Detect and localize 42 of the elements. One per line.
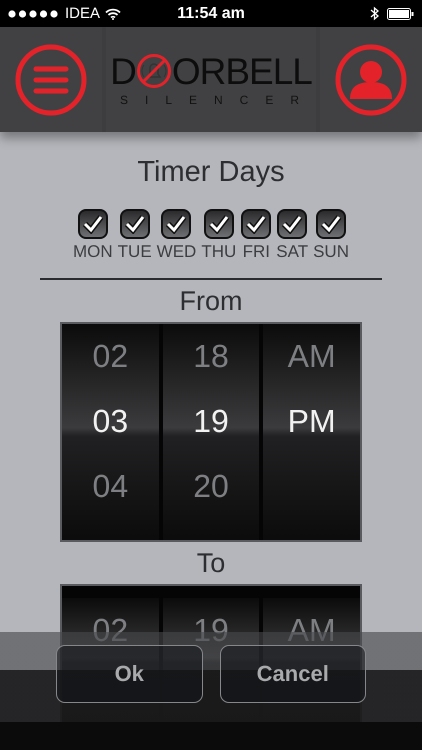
day-label: THU: [201, 242, 236, 262]
check-icon: [165, 214, 188, 234]
day-label: WED: [156, 242, 196, 262]
picker-value[interactable]: 02: [62, 324, 159, 389]
time-picker[interactable]: 02 03 04 18 19 20 AM PM: [60, 322, 362, 542]
picker-value[interactable]: AM: [263, 324, 360, 389]
check-icon: [82, 214, 104, 234]
day-label: FRI: [242, 242, 270, 262]
wifi-icon: [105, 8, 122, 20]
picker-value[interactable]: 03: [62, 389, 159, 454]
day-label: MON: [72, 242, 113, 262]
check-icon: [281, 214, 304, 234]
picker-label: To: [196, 548, 226, 579]
day-checkbox[interactable]: [316, 209, 346, 239]
day-label: SAT: [276, 242, 308, 262]
bluetooth-icon: [370, 6, 380, 21]
check-icon: [208, 214, 230, 234]
muted-bell-icon: [136, 53, 172, 89]
picker-value[interactable]: 04: [62, 454, 159, 519]
picker-value[interactable]: 18: [162, 324, 260, 389]
picker-value[interactable]: 19: [162, 389, 260, 454]
day-label: TUE: [118, 242, 152, 262]
ok-button[interactable]: Ok: [56, 645, 202, 703]
picker-value[interactable]: PM: [263, 389, 360, 454]
picker-value[interactable]: 20: [162, 454, 260, 519]
day-checkbox[interactable]: [277, 209, 308, 239]
day-label: SUN: [313, 242, 349, 262]
battery-icon: [387, 8, 414, 20]
day-checkbox[interactable]: [120, 209, 150, 239]
picker-label: From: [180, 286, 242, 317]
check-icon: [124, 214, 146, 234]
day-checkbox[interactable]: [204, 209, 234, 239]
day-checkbox[interactable]: [241, 209, 272, 239]
screen-title: Timer Days: [137, 156, 285, 189]
check-icon: [320, 214, 342, 234]
carrier-name: IDEA: [65, 5, 100, 22]
cancel-button[interactable]: Cancel: [220, 645, 366, 703]
day-checkbox[interactable]: [161, 209, 192, 239]
clock-time: 11:54 am: [177, 4, 245, 22]
check-icon: [245, 214, 268, 234]
signal-icon: [8, 10, 60, 18]
day-checkbox[interactable]: [78, 209, 108, 239]
